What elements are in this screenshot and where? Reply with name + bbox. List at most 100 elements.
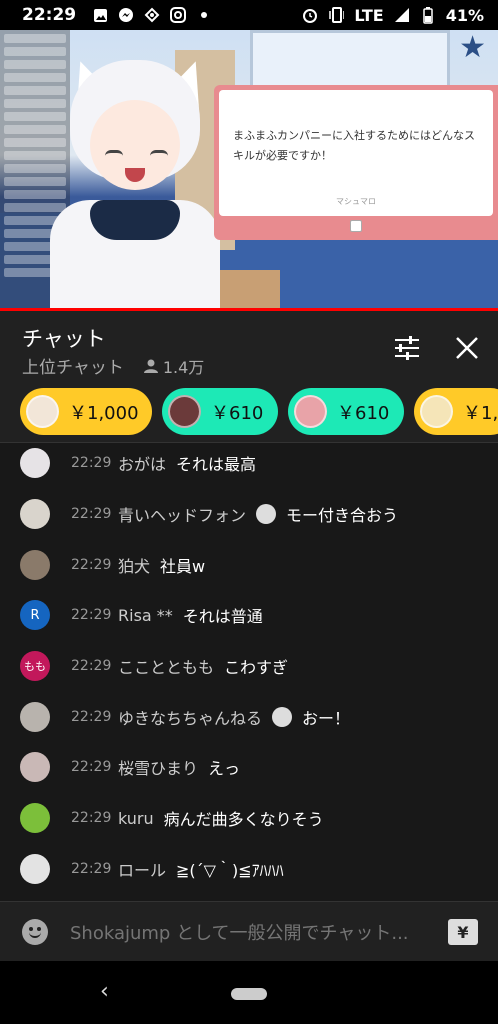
message-text: ≧(´▽｀)≦ｱﾊﾊﾊ (176, 861, 284, 880)
superchat-avatar (294, 395, 327, 428)
chat-settings-button[interactable] (392, 335, 422, 361)
chat-input-bar: ¥ (0, 901, 498, 961)
dot-icon (196, 7, 212, 23)
message-author[interactable]: こことともも (118, 654, 214, 678)
message-time: 22:29 (71, 607, 112, 623)
instagram-icon (170, 7, 187, 23)
chat-message[interactable]: R 22:29 Risa ** それは普通 (0, 590, 498, 640)
notification-icons (92, 7, 212, 23)
message-text: 社員w (160, 557, 206, 576)
person-icon (143, 359, 158, 373)
avatar[interactable] (20, 550, 50, 580)
chat-message[interactable]: 22:29 おがは それは最高 (0, 438, 498, 488)
messenger-icon (118, 7, 134, 23)
superchat-ticker: ￥1,000 ￥610 ￥610 ￥1, (0, 383, 498, 443)
superchat-chip[interactable]: ￥1,000 (20, 388, 152, 435)
viewer-count-value: 1.4万 (162, 357, 205, 377)
avatar[interactable] (20, 752, 50, 782)
message-line: Risa ** それは普通 (118, 603, 263, 627)
superchat-amount: ￥1, (463, 402, 498, 424)
message-time: 22:29 (71, 810, 112, 826)
message-line: ゆきなちちゃんねる おー！ (118, 705, 350, 729)
superchat-amount: ￥1,000 (69, 402, 139, 424)
superchat-chip[interactable]: ￥1, (414, 388, 498, 435)
message-author[interactable]: 桜雪ひまり (118, 755, 198, 779)
smiley-icon (29, 932, 41, 938)
close-icon (456, 337, 478, 359)
chat-message[interactable]: 22:29 青いヘッドフォン モー付き合おう (0, 489, 498, 539)
message-text: モー付き合おう (286, 506, 399, 525)
marshmallow-question: まふまふカンパニーに入社するためにはどんなスキルが必要ですか！ (233, 129, 475, 162)
message-author[interactable]: ロール (118, 857, 166, 881)
message-time: 22:29 (71, 709, 112, 725)
member-badge-icon (256, 504, 277, 524)
superchat-chip[interactable]: ￥610 (288, 388, 404, 435)
chat-message[interactable]: 22:29 桜雪ひまり えっ (0, 742, 498, 792)
avatar[interactable] (20, 448, 50, 478)
signal-icon (394, 7, 410, 23)
status-time: 22:29 (22, 5, 77, 25)
close-chat-button[interactable] (452, 333, 482, 363)
avatar[interactable] (20, 702, 50, 732)
vpn-icon (144, 7, 160, 23)
message-time: 22:29 (71, 658, 112, 674)
avatar[interactable] (20, 803, 50, 833)
marshmallow-signature: マシュマロ (336, 197, 376, 206)
message-time: 22:29 (71, 455, 112, 471)
chat-message-list[interactable]: 22:29 おがは それは最高 22:29 青いヘッドフォン モー付き合おう 2… (0, 443, 498, 901)
superchat-amount: ￥610 (211, 402, 264, 424)
chat-title: チャット (22, 327, 106, 351)
message-line: こことともも こわすぎ (118, 654, 288, 678)
character-collar (90, 200, 180, 240)
member-badge-icon (272, 707, 293, 727)
message-line: 桜雪ひまり えっ (118, 755, 240, 779)
vtuber-character (50, 54, 220, 308)
superchat-avatar (420, 395, 453, 428)
avatar[interactable] (20, 499, 50, 529)
message-text: えっ (208, 759, 241, 778)
avatar[interactable]: もも (20, 651, 50, 681)
message-author[interactable]: Risa ** (118, 606, 173, 625)
chat-message[interactable]: もも 22:29 こことともも こわすぎ (0, 641, 498, 691)
message-line: おがは それは最高 (118, 451, 256, 475)
chat-message[interactable]: 22:29 狛犬 社員w (0, 540, 498, 590)
message-text: それは最高 (176, 455, 257, 474)
back-icon[interactable]: ‹ (100, 979, 120, 1004)
chat-mode-selector[interactable]: 上位チャット 1.4万 (22, 353, 205, 379)
message-author[interactable]: おがは (118, 451, 166, 475)
message-line: 狛犬 社員w (118, 553, 205, 577)
message-author[interactable]: kuru (118, 809, 154, 828)
message-text: 病んだ曲多くなりそう (163, 810, 324, 829)
chat-message[interactable]: 22:29 ロール ≧(´▽｀)≦ｱﾊﾊﾊ (0, 844, 498, 894)
message-time: 22:29 (71, 861, 112, 877)
chat-message[interactable]: 22:29 kuru 病んだ曲多くなりそう (0, 793, 498, 843)
tune-icon (395, 336, 419, 360)
chat-input[interactable] (70, 920, 440, 946)
message-text: おー！ (302, 709, 351, 728)
vibrate-icon (328, 7, 345, 23)
video-player[interactable]: まふまふカンパニーに入社するためにはどんなスキルが必要ですか！ マシュマロ ★ (0, 30, 498, 308)
superchat-button[interactable]: ¥ (448, 919, 478, 945)
marshmallow-question-box: まふまふカンパニーに入社するためにはどんなスキルが必要ですか！ マシュマロ (219, 90, 493, 216)
gallery-icon (92, 7, 108, 23)
chat-mode-label: 上位チャット (22, 358, 124, 378)
superchat-chip[interactable]: ￥610 (162, 388, 278, 435)
superchat-avatar (168, 395, 201, 428)
battery-percent: 41% (445, 5, 484, 25)
message-time: 22:29 (71, 759, 112, 775)
avatar[interactable] (20, 854, 50, 884)
viewer-count: 1.4万 (143, 354, 205, 378)
message-author[interactable]: 狛犬 (118, 553, 150, 577)
avatar[interactable]: R (20, 600, 50, 630)
character-eye-left (105, 150, 123, 156)
message-author[interactable]: ゆきなちちゃんねる (118, 705, 262, 729)
emoji-button[interactable] (22, 919, 48, 945)
status-bar: 22:29 LTE 41% (0, 0, 498, 30)
home-pill-icon[interactable] (231, 988, 267, 1000)
message-time: 22:29 (71, 506, 112, 522)
message-author[interactable]: 青いヘッドフォン (118, 502, 246, 526)
star-icon: ★ (459, 30, 486, 65)
message-text: それは普通 (182, 607, 263, 626)
chat-message[interactable]: 22:29 ゆきなちちゃんねる おー！ (0, 692, 498, 742)
android-nav-bar: ‹ (0, 961, 498, 1024)
